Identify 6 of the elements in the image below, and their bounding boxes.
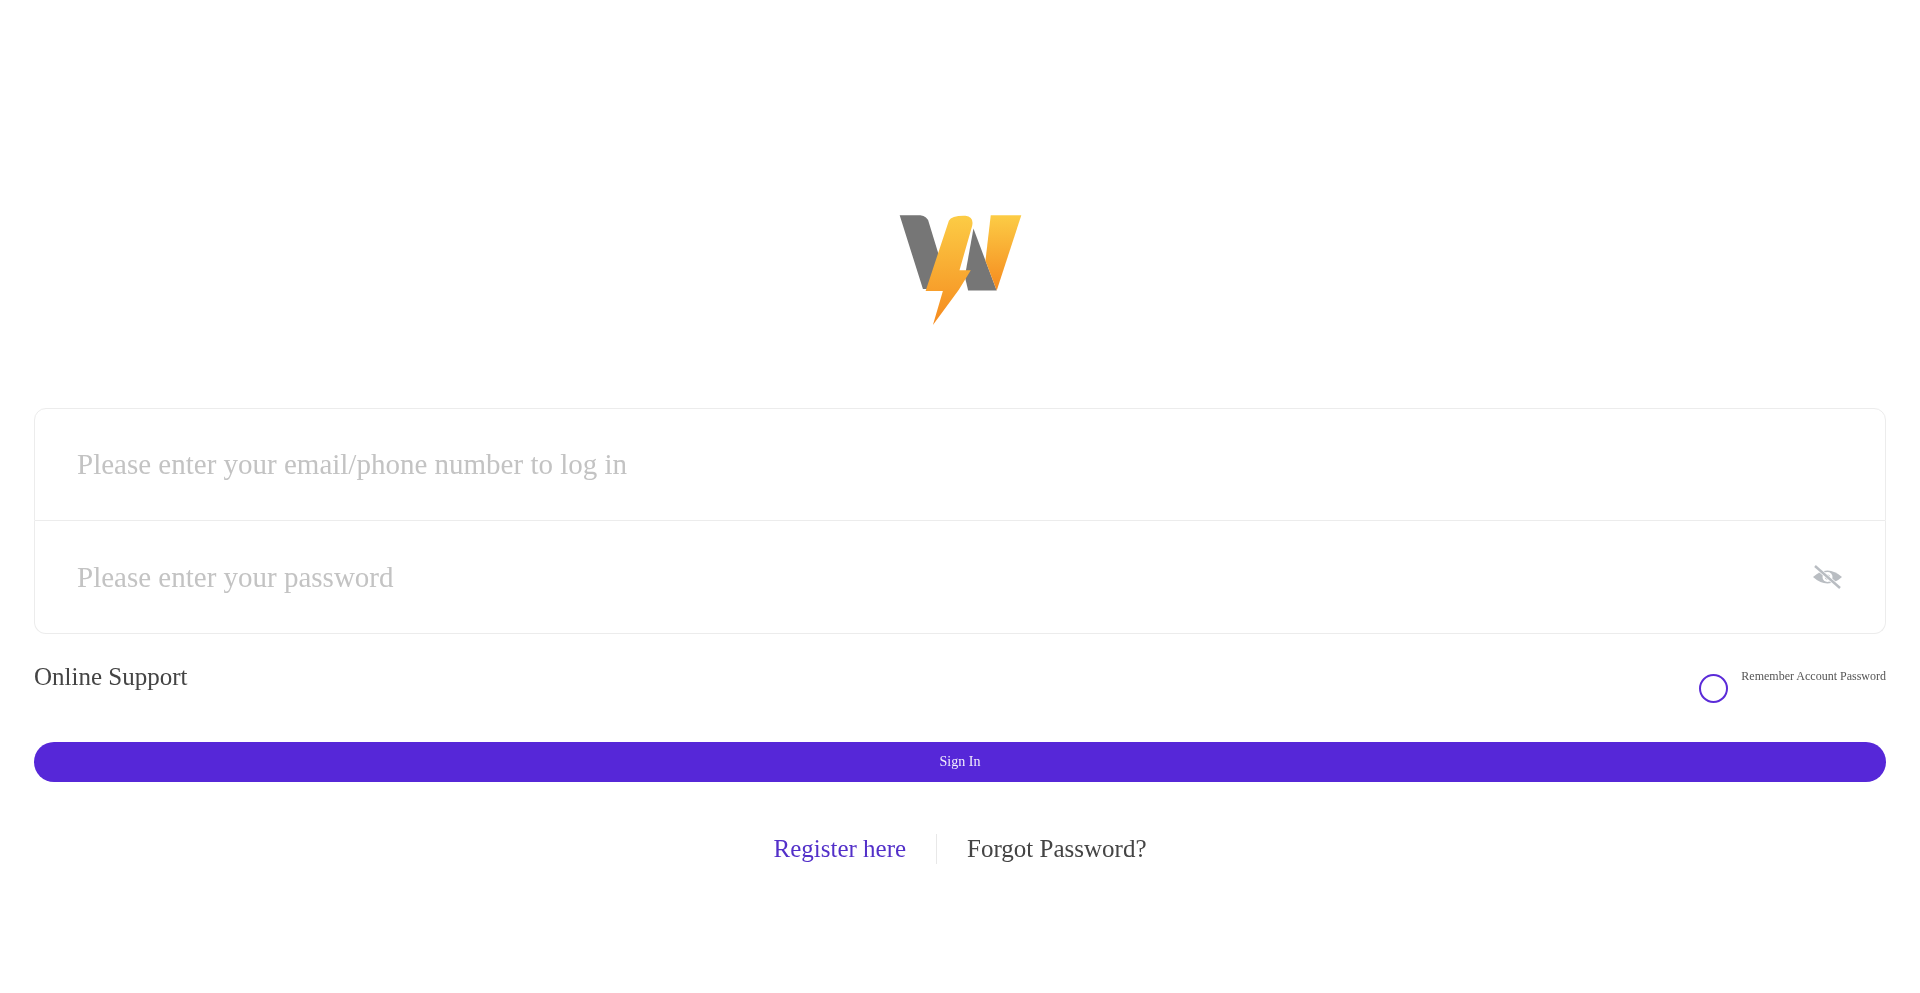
forgot-password-link[interactable]: Forgot Password?	[967, 834, 1147, 864]
sign-in-button[interactable]: Sign In	[34, 742, 1886, 782]
remember-label: Remember Account Password	[1741, 669, 1886, 684]
online-support-link[interactable]: Online Support	[34, 661, 188, 693]
remember-radio[interactable]	[1699, 674, 1729, 703]
register-link[interactable]: Register here	[773, 834, 907, 864]
